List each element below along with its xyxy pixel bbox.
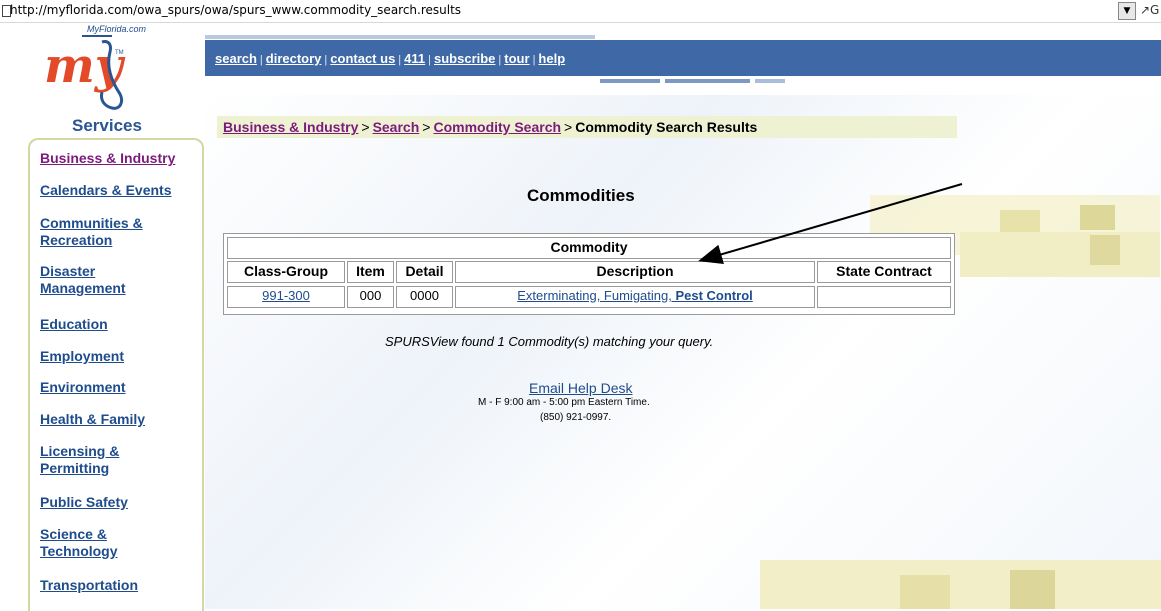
description-text: Exterminating, Fumigating, [517, 288, 676, 303]
breadcrumb-business-industry[interactable]: Business & Industry [223, 119, 358, 135]
nav-separator: | [428, 54, 431, 66]
table-caption: Commodity [227, 237, 951, 259]
address-dropdown-button[interactable]: ▼ [1118, 2, 1136, 20]
help-desk-hours: M - F 9:00 am - 5:00 pm Eastern Time. [478, 397, 650, 408]
column-header-item: Item [347, 261, 394, 283]
page-background [205, 95, 1161, 609]
email-help-desk-link[interactable]: Email Help Desk [529, 380, 632, 396]
sidebar-item-environment[interactable]: Environment [40, 379, 205, 396]
myflorida-logo[interactable]: MyFlorida.com my TM [20, 22, 195, 114]
nav-links: search | directory | contact us | 411 | subscrib… [215, 51, 565, 66]
sidebar-item-health-family[interactable]: Health & Family [40, 411, 205, 428]
top-navigation: search | directory | contact us | 411 | subscrib… [205, 35, 1161, 83]
item-cell: 000 [347, 286, 394, 308]
description-link[interactable]: Exterminating, Fumigating, Pest Control [517, 288, 753, 303]
table-row: 991-300 [227, 286, 345, 308]
sidebar-item-science-technology[interactable]: Science & Technology [40, 526, 150, 560]
sidebar-item-communities-recreation[interactable]: Communities & Recreation [40, 215, 170, 249]
nav-top-stripe [205, 35, 595, 39]
sidebar-item-education[interactable]: Education [40, 316, 205, 333]
nav-link-tour[interactable]: tour [504, 51, 529, 66]
sidebar-item-licensing-permitting[interactable]: Licensing & Permitting [40, 443, 150, 477]
decor-tile [900, 575, 950, 609]
nav-bottom-stripe [600, 79, 660, 83]
help-desk-phone: (850) 921-0997. [540, 412, 612, 423]
sidebar-item-employment[interactable]: Employment [40, 348, 205, 365]
state-contract-cell [817, 286, 951, 308]
class-group-link[interactable]: 991-300 [262, 288, 310, 303]
nav-separator: | [398, 54, 402, 66]
sidebar-item-disaster-management[interactable]: Disaster Management [40, 263, 150, 297]
column-header-state-contract: State Contract [817, 261, 951, 283]
nav-bottom-stripe [755, 79, 785, 83]
page-title: Commodities [527, 186, 635, 205]
sidebar-item-public-safety[interactable]: Public Safety [40, 494, 205, 511]
sidebar-item-transportation[interactable]: Transportation [40, 577, 205, 594]
florida-outline-icon [82, 35, 124, 110]
decor-tile [1080, 205, 1115, 230]
nav-link-contact-us[interactable]: contact us [330, 51, 395, 66]
breadcrumb-commodity-search[interactable]: Commodity Search [433, 119, 561, 135]
services-title: Services [72, 116, 142, 135]
nav-separator: | [324, 54, 328, 66]
breadcrumb-current: Commodity Search Results [575, 119, 758, 135]
description-cell: Exterminating, Fumigating, Pest Control [455, 286, 815, 308]
decor-tile [960, 232, 1160, 277]
nav-link-help[interactable]: help [538, 51, 565, 66]
nav-link-directory[interactable]: directory [266, 51, 322, 66]
sidebar-item-calendars-events[interactable]: Calendars & Events [40, 182, 205, 199]
logo-tm: TM [115, 50, 124, 56]
services-sidebar: Business & Industry Calendars & Events C… [28, 138, 204, 611]
breadcrumb-separator: > [564, 119, 573, 135]
browser-address-bar: http://myflorida.com/owa_spurs/owa/spurs… [0, 0, 1161, 23]
description-emphasis: Pest Control [675, 288, 753, 303]
nav-link-subscribe[interactable]: subscribe [434, 51, 495, 66]
decor-tile [1100, 585, 1140, 609]
detail-cell: 0000 [396, 286, 453, 308]
url-field[interactable]: http://myflorida.com/owa_spurs/owa/spurs… [10, 3, 461, 17]
sidebar-item-business-industry[interactable]: Business & Industry [40, 150, 205, 167]
nav-bottom-stripe [665, 79, 750, 83]
column-header-detail: Detail [396, 261, 453, 283]
commodity-table: Commodity Class-Group Item Detail Descri… [223, 233, 955, 315]
nav-link-411[interactable]: 411 [404, 51, 425, 66]
nav-link-search[interactable]: search [215, 51, 257, 66]
breadcrumb-separator: > [422, 119, 431, 135]
decor-tile [1090, 235, 1120, 265]
breadcrumb-search[interactable]: Search [373, 119, 420, 135]
result-count-text: SPURSView found 1 Commodity(s) matching … [385, 334, 714, 349]
breadcrumb: Business & Industry > Search > Commodity Sea… [217, 116, 957, 138]
nav-separator: | [259, 54, 263, 66]
breadcrumb-separator: > [361, 119, 370, 135]
nav-separator: | [498, 54, 502, 66]
decor-tile [1010, 570, 1055, 609]
column-header-description: Description [455, 261, 815, 283]
column-header-class-group: Class-Group [227, 261, 345, 283]
go-button[interactable]: ↗G [1140, 3, 1159, 17]
